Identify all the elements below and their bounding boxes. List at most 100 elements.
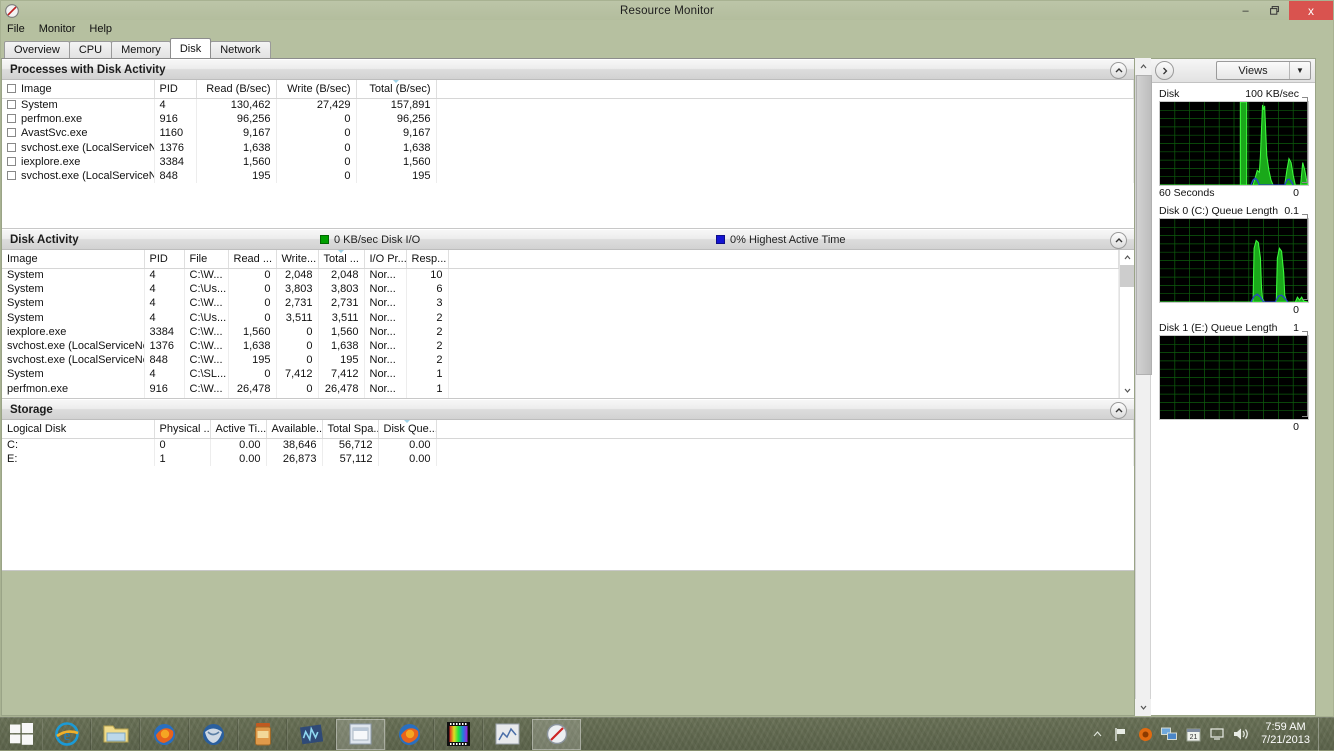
scrollbar-thumb[interactable]: [1120, 265, 1134, 287]
page-scroll-down-icon[interactable]: [1135, 699, 1151, 716]
maximize-button[interactable]: [1260, 1, 1289, 20]
taskbar-firefox-2-icon[interactable]: [385, 719, 434, 750]
storage-col-active-time[interactable]: Active Ti...: [210, 420, 266, 438]
page-scrollbar-thumb[interactable]: [1136, 75, 1152, 375]
table-row[interactable]: System 4 C:\W... 11,500 0 11,500 Nor... …: [2, 396, 1119, 398]
processes-col-image[interactable]: Image: [2, 80, 154, 98]
row-checkbox[interactable]: [7, 143, 16, 152]
table-row[interactable]: System 4 130,462 27,429 157,891: [2, 98, 1134, 112]
processes-collapse-button[interactable]: [1110, 62, 1127, 79]
cell-filler: [436, 452, 1134, 466]
storage-col-disk-queue[interactable]: Disk Que...: [378, 420, 436, 438]
taskbar-audio-editor-icon[interactable]: [287, 719, 336, 750]
scroll-down-arrow-icon[interactable]: [1120, 383, 1134, 398]
storage-col-total-space[interactable]: Total Spa...: [322, 420, 378, 438]
taskbar-jar-app-icon[interactable]: [238, 719, 287, 750]
menu-monitor[interactable]: Monitor: [39, 23, 76, 35]
processes-section-header[interactable]: Processes with Disk Activity: [2, 59, 1134, 80]
tab-memory[interactable]: Memory: [111, 41, 171, 58]
disk-activity-collapse-button[interactable]: [1110, 232, 1127, 249]
tab-disk[interactable]: Disk: [170, 38, 211, 58]
table-row[interactable]: iexplore.exe 3384 1,560 0 1,560: [2, 155, 1134, 169]
minimize-button[interactable]: –: [1231, 1, 1260, 20]
cell-image: System: [2, 367, 144, 381]
row-checkbox[interactable]: [7, 171, 16, 180]
table-row[interactable]: E: 1 0.00 26,873 57,112 0.00: [2, 452, 1134, 466]
taskbar-thunderbird-icon[interactable]: [189, 719, 238, 750]
table-row[interactable]: perfmon.exe 916 96,256 0 96,256: [2, 112, 1134, 126]
disk-col-io-priority[interactable]: I/O Pr...: [364, 250, 406, 268]
table-row[interactable]: perfmon.exe 916 C:\W... 26,478 0 26,478 …: [2, 382, 1119, 396]
taskbar-firefox-icon[interactable]: [140, 719, 189, 750]
storage-table-container[interactable]: Logical Disk Physical ... Active Ti... A…: [2, 420, 1134, 570]
disk-col-total[interactable]: Total ...: [318, 250, 364, 268]
processes-col-read[interactable]: Read (B/sec): [196, 80, 276, 98]
page-scrollbar[interactable]: [1135, 58, 1151, 716]
taskbar-internet-explorer-icon[interactable]: e: [42, 719, 91, 750]
select-all-checkbox[interactable]: [7, 84, 16, 93]
table-row[interactable]: svchost.exe (LocalServiceNo... 1376 1,63…: [2, 141, 1134, 155]
table-row[interactable]: C: 0 0.00 38,646 56,712 0.00: [2, 438, 1134, 452]
taskbar-resource-monitor-icon[interactable]: [532, 719, 581, 750]
disk-col-image[interactable]: Image: [2, 250, 144, 268]
table-row[interactable]: svchost.exe (LocalServiceNet... 848 195 …: [2, 169, 1134, 183]
table-row[interactable]: System 4 C:\SL... 0 7,412 7,412 Nor... 1: [2, 367, 1119, 381]
disk-col-write[interactable]: Write...: [276, 250, 318, 268]
processes-col-total[interactable]: Total (B/sec): [356, 80, 436, 98]
tray-calendar-icon[interactable]: 21: [1185, 726, 1201, 742]
storage-col-physical-disk[interactable]: Physical ...: [154, 420, 210, 438]
storage-col-available-space[interactable]: Available...: [266, 420, 322, 438]
page-scroll-up-icon[interactable]: [1135, 58, 1151, 75]
table-row[interactable]: System 4 C:\W... 0 2,048 2,048 Nor... 10: [2, 268, 1119, 282]
table-row[interactable]: AvastSvc.exe 1160 9,167 0 9,167: [2, 126, 1134, 140]
processes-col-write[interactable]: Write (B/sec): [276, 80, 356, 98]
row-checkbox[interactable]: [7, 128, 16, 137]
processes-table-container[interactable]: Image PID Read (B/sec) Write (B/sec) Tot…: [2, 80, 1134, 228]
table-row[interactable]: System 4 C:\Us... 0 3,803 3,803 Nor... 6: [2, 282, 1119, 296]
tray-remote-desktop-icon[interactable]: [1209, 726, 1225, 742]
table-row[interactable]: iexplore.exe 3384 C:\W... 1,560 0 1,560 …: [2, 325, 1119, 339]
menu-file[interactable]: File: [7, 23, 25, 35]
taskbar-graph-viewer-icon[interactable]: [483, 719, 532, 750]
show-desktop-button[interactable]: [1318, 718, 1326, 751]
tray-flag-icon[interactable]: [1113, 726, 1129, 742]
taskbar-window-app-icon[interactable]: [336, 719, 385, 750]
disk-col-read[interactable]: Read ...: [228, 250, 276, 268]
storage-collapse-button[interactable]: [1110, 402, 1127, 419]
tab-overview[interactable]: Overview: [4, 41, 70, 58]
taskbar-color-palette-icon[interactable]: [434, 719, 483, 750]
tray-network-icon[interactable]: [1161, 726, 1177, 742]
processes-col-pid[interactable]: PID: [154, 80, 196, 98]
table-row[interactable]: System 4 C:\Us... 0 3,511 3,511 Nor... 2: [2, 311, 1119, 325]
row-checkbox[interactable]: [7, 114, 16, 123]
disk-activity-scrollbar[interactable]: [1119, 250, 1134, 398]
chart-disk0-queue: Disk 0 (C:) Queue Length 0.1: [1159, 204, 1309, 317]
table-row[interactable]: svchost.exe (LocalServiceNetw... 848 C:\…: [2, 353, 1119, 367]
tray-volume-icon[interactable]: [1233, 726, 1249, 742]
disk-activity-table-container[interactable]: Image PID File Read ... Write... Total .…: [2, 250, 1134, 398]
storage-section-header[interactable]: Storage: [2, 399, 1134, 420]
storage-col-logical-disk[interactable]: Logical Disk: [2, 420, 154, 438]
disk-col-pid[interactable]: PID: [144, 250, 184, 268]
chevron-down-icon[interactable]: ▼: [1290, 66, 1310, 75]
tab-cpu[interactable]: CPU: [69, 41, 112, 58]
disk-activity-section-header[interactable]: Disk Activity 0 KB/sec Disk I/O 0% Highe…: [2, 229, 1134, 250]
start-button[interactable]: [0, 718, 42, 751]
expand-sidebar-button[interactable]: [1155, 61, 1174, 80]
row-checkbox[interactable]: [7, 100, 16, 109]
taskbar-file-explorer-icon[interactable]: [91, 719, 140, 750]
menu-help[interactable]: Help: [89, 23, 112, 35]
table-row[interactable]: svchost.exe (LocalServiceNoN... 1376 C:\…: [2, 339, 1119, 353]
tab-network[interactable]: Network: [210, 41, 270, 58]
views-dropdown-button[interactable]: Views ▼: [1216, 61, 1311, 80]
tray-overflow-chevron-up-icon[interactable]: [1089, 726, 1105, 742]
cell-file: C:\W...: [184, 339, 228, 353]
disk-col-response-time[interactable]: Resp...: [406, 250, 448, 268]
row-checkbox[interactable]: [7, 157, 16, 166]
taskbar-clock[interactable]: 7:59 AM 7/21/2013: [1257, 721, 1310, 747]
tray-shield-icon[interactable]: [1137, 726, 1153, 742]
close-button[interactable]: x: [1289, 1, 1333, 20]
disk-col-file[interactable]: File: [184, 250, 228, 268]
table-row[interactable]: System 4 C:\W... 0 2,731 2,731 Nor... 3: [2, 296, 1119, 310]
scroll-up-arrow-icon[interactable]: [1120, 250, 1134, 265]
